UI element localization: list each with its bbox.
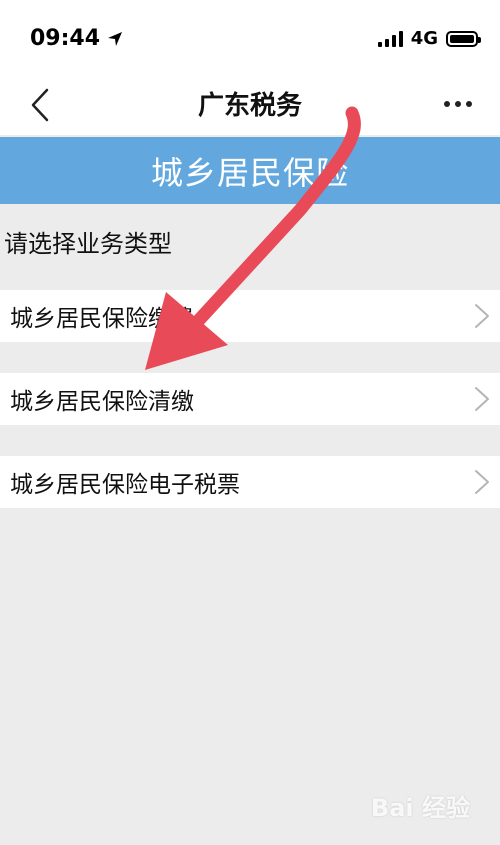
list-item-label: 城乡居民保险清缴 [10,389,194,415]
list-item-e-ticket[interactable]: 城乡居民保险电子税票 [0,456,500,508]
chevron-right-icon [475,387,489,411]
banner-title: 城乡居民保险 [150,153,349,192]
banner: 城乡居民保险 [0,137,500,204]
status-time: 09:44 [30,26,124,51]
clock-text: 09:44 [30,26,101,51]
battery-icon [446,30,481,47]
list-item-payment[interactable]: 城乡居民保险缴费 [0,290,500,342]
list-item-label: 城乡居民保险电子税票 [10,472,240,498]
section-label: 请选择业务类型 [4,230,172,258]
status-bar: 09:44 4G [0,0,500,75]
more-options-button[interactable] [438,89,478,119]
location-arrow-icon [108,31,123,46]
chevron-right-icon [475,470,489,494]
list-item-clearance[interactable]: 城乡居民保险清缴 [0,373,500,425]
signal-icon [377,30,403,47]
network-type: 4G [410,28,438,49]
status-indicators: 4G [377,28,481,49]
watermark: Bai 经验 [370,794,470,822]
more-dots-icon [444,101,450,107]
chevron-right-icon [475,304,489,328]
list-item-label-suffix: 缴费 [148,306,194,332]
nav-bar: 广东税务 [0,75,500,135]
list-item-label: 城乡居民保险 [10,306,148,332]
page-title: 广东税务 [197,91,302,121]
